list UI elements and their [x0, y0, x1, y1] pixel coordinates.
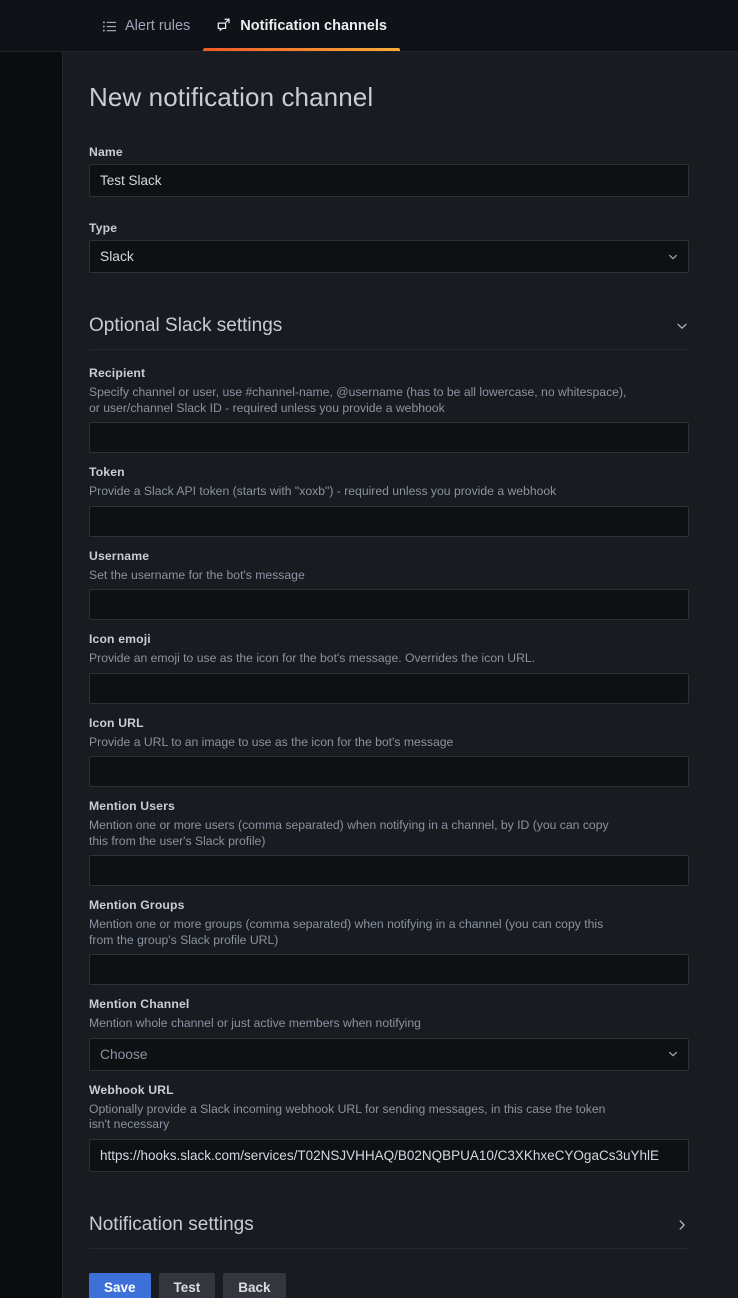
field-mention-channel-description: Mention whole channel or just active mem… [89, 1016, 421, 1030]
tab-alert-rules-label: Alert rules [125, 18, 191, 34]
list-icon [101, 18, 117, 34]
field-token: Token Provide a Slack API token (starts … [89, 465, 712, 537]
field-token-description: Provide a Slack API token (starts with "… [89, 484, 557, 498]
comment-share-icon [216, 18, 232, 34]
name-input[interactable] [89, 164, 689, 197]
field-webhook-url-description: Optionally provide a Slack incoming webh… [89, 1101, 606, 1132]
field-name-label: Name [89, 145, 123, 159]
field-icon-emoji: Icon emoji Provide an emoji to use as th… [89, 632, 712, 704]
tab-notification-channels[interactable]: Notification channels [203, 1, 400, 51]
icon-url-input[interactable] [89, 756, 689, 787]
field-mention-channel: Mention Channel Mention whole channel or… [89, 997, 712, 1071]
field-type: Type Slack [89, 221, 712, 273]
icon-emoji-input[interactable] [89, 672, 689, 704]
chevron-right-icon [675, 1218, 689, 1232]
mention-channel-select-wrapper: Choose [89, 1037, 689, 1071]
notification-settings-title: Notification settings [89, 1213, 254, 1235]
optional-slack-settings-title: Optional Slack settings [89, 315, 283, 336]
field-mention-users-description: Mention one or more users (comma separat… [89, 818, 609, 848]
mention-channel-select-value: Choose [100, 1046, 148, 1062]
tab-alert-rules[interactable]: Alert rules [88, 1, 203, 51]
page-title: New notification channel [89, 82, 374, 112]
field-username-label: Username [89, 548, 150, 563]
field-mention-groups-description: Mention one or more groups (comma separa… [89, 917, 604, 947]
tab-notification-channels-label: Notification channels [240, 18, 387, 34]
field-mention-channel-label: Mention Channel [89, 997, 190, 1011]
field-recipient: Recipient Specify channel or user, use #… [89, 366, 712, 453]
mention-channel-select[interactable]: Choose [89, 1037, 689, 1071]
mention-users-input[interactable] [89, 855, 689, 886]
form-actions: Save Test Back [89, 1272, 689, 1298]
field-icon-url-label: Icon URL [89, 715, 144, 730]
token-input[interactable] [89, 505, 689, 537]
mention-groups-input[interactable] [89, 954, 689, 985]
username-input[interactable] [89, 589, 689, 620]
back-button[interactable]: Back [223, 1272, 286, 1298]
field-name: Name [89, 145, 712, 197]
field-icon-url: Icon URL Provide a URL to an image to us… [89, 715, 712, 787]
type-select-wrapper: Slack [89, 240, 689, 273]
content-panel: New notification channel Name Type Slack [62, 52, 738, 1298]
field-token-label: Token [89, 465, 125, 479]
recipient-input[interactable] [89, 422, 689, 453]
field-mention-groups: Mention Groups Mention one or more group… [89, 898, 712, 985]
type-select-value: Slack [100, 249, 134, 264]
field-username: Username Set the username for the bot's … [89, 548, 712, 620]
field-recipient-description: Specify channel or user, use #channel-na… [89, 385, 627, 415]
save-button[interactable]: Save [89, 1272, 151, 1298]
field-webhook-url-label: Webhook URL [89, 1082, 174, 1097]
field-mention-groups-label: Mention Groups [89, 898, 185, 912]
field-mention-users: Mention Users Mention one or more users … [89, 799, 712, 886]
field-icon-emoji-label: Icon emoji [89, 632, 151, 646]
optional-slack-settings-header[interactable]: Optional Slack settings [89, 305, 689, 350]
type-select[interactable]: Slack [89, 240, 689, 273]
tab-bar: Alert rules Notification channels [0, 0, 738, 52]
chevron-down-icon [675, 319, 689, 333]
field-username-description: Set the username for the bot's message [89, 567, 305, 582]
field-recipient-label: Recipient [89, 366, 146, 380]
field-type-label: Type [89, 221, 118, 235]
field-mention-users-label: Mention Users [89, 799, 175, 813]
webhook-url-input[interactable] [89, 1138, 689, 1172]
notification-settings-header[interactable]: Notification settings [89, 1204, 689, 1249]
field-icon-url-description: Provide a URL to an image to use as the … [89, 734, 454, 749]
app-root: Alert rules Notification channels New no… [0, 0, 738, 1298]
field-icon-emoji-description: Provide an emoji to use as the icon for … [89, 651, 536, 665]
test-button[interactable]: Test [158, 1272, 216, 1298]
field-webhook-url: Webhook URL Optionally provide a Slack i… [89, 1083, 712, 1172]
